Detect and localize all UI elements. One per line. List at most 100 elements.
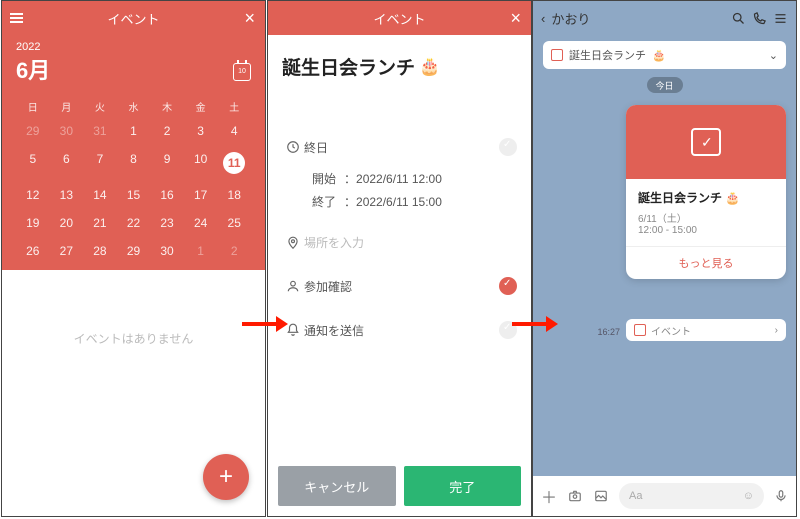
- dow-cell: 土: [217, 99, 251, 114]
- search-icon[interactable]: [731, 11, 746, 26]
- calendar-day[interactable]: 25: [217, 216, 251, 230]
- calendar-day[interactable]: 8: [117, 152, 151, 174]
- event-card[interactable]: 誕生日会ランチ 🎂 6/11（土） 12:00 - 15:00 もっと見る: [626, 105, 786, 279]
- flow-arrow-icon: [242, 318, 288, 330]
- calendar-day[interactable]: 22: [117, 216, 151, 230]
- calendar-day[interactable]: 20: [50, 216, 84, 230]
- calendar-day[interactable]: 3: [184, 124, 218, 138]
- event-mini-card[interactable]: イベント ›: [626, 319, 786, 341]
- menu-icon[interactable]: [773, 11, 788, 26]
- calendar-month: 6月: [16, 53, 50, 85]
- chat-name: かおり: [551, 9, 590, 28]
- calendar-day[interactable]: 21: [83, 216, 117, 230]
- dow-cell: 日: [16, 99, 50, 114]
- clock-icon: [282, 140, 304, 154]
- cake-icon: 🎂: [725, 191, 740, 205]
- close-icon[interactable]: ×: [244, 8, 255, 29]
- calendar-day[interactable]: 10: [184, 152, 218, 174]
- calendar-year: 2022: [16, 41, 50, 53]
- allday-toggle[interactable]: [499, 138, 517, 156]
- gallery-icon[interactable]: [593, 489, 609, 503]
- dow-cell: 水: [117, 99, 151, 114]
- calendar-day[interactable]: 9: [150, 152, 184, 174]
- rsvp-row[interactable]: 参加確認: [282, 269, 517, 303]
- calendar-day[interactable]: 7: [83, 152, 117, 174]
- calendar-header: イベント ×: [2, 1, 265, 35]
- close-icon[interactable]: ×: [510, 8, 521, 29]
- empty-state-text: イベントはありません: [2, 330, 265, 347]
- calendar-day[interactable]: 2: [217, 244, 251, 258]
- calendar-day[interactable]: 30: [50, 124, 84, 138]
- calendar-day[interactable]: 28: [83, 244, 117, 258]
- header-title: イベント: [107, 9, 159, 28]
- calendar-day[interactable]: 16: [150, 188, 184, 202]
- chevron-down-icon: ⌄: [769, 49, 778, 62]
- calendar-day[interactable]: 23: [150, 216, 184, 230]
- calendar-day[interactable]: 31: [83, 124, 117, 138]
- calendar-icon: [634, 324, 646, 336]
- location-row[interactable]: 場所を入力: [282, 226, 517, 259]
- calendar-month-panel: 2022 6月 10 日月火水木金土 293031123456789101112…: [2, 35, 265, 270]
- calendar-day[interactable]: 18: [217, 188, 251, 202]
- mic-icon[interactable]: [774, 488, 788, 504]
- calendar-day[interactable]: 11: [217, 152, 251, 174]
- today-icon[interactable]: 10: [233, 63, 251, 81]
- calendar-day[interactable]: 27: [50, 244, 84, 258]
- chat-input-bar: ＋ Aa ☺: [533, 476, 796, 516]
- done-button[interactable]: 完了: [404, 466, 522, 506]
- dow-cell: 木: [150, 99, 184, 114]
- calendar-day[interactable]: 30: [150, 244, 184, 258]
- event-banner[interactable]: 誕生日会ランチ 🎂 ⌄: [543, 41, 786, 69]
- calendar-day[interactable]: 4: [217, 124, 251, 138]
- calendar-day[interactable]: 1: [184, 244, 218, 258]
- calendar-day[interactable]: 15: [117, 188, 151, 202]
- calendar-day[interactable]: 29: [117, 244, 151, 258]
- message-input[interactable]: Aa ☺: [619, 483, 764, 509]
- person-icon: [282, 279, 304, 293]
- dow-cell: 火: [83, 99, 117, 114]
- emoji-icon[interactable]: ☺: [743, 490, 754, 502]
- calendar-day[interactable]: 14: [83, 188, 117, 202]
- day-chip: 今日: [647, 77, 683, 93]
- notify-row[interactable]: 通知を送信: [282, 313, 517, 347]
- plus-icon[interactable]: ＋: [541, 484, 557, 508]
- calendar-grid: 2930311234567891011121314151617181920212…: [16, 124, 251, 258]
- camera-icon[interactable]: [567, 489, 583, 503]
- calendar-day[interactable]: 12: [16, 188, 50, 202]
- call-icon[interactable]: [752, 11, 767, 26]
- add-event-fab[interactable]: +: [203, 454, 249, 500]
- chat-header: ‹ かおり: [533, 1, 796, 35]
- calendar-day[interactable]: 17: [184, 188, 218, 202]
- event-card-header: [626, 105, 786, 179]
- calendar-day[interactable]: 13: [50, 188, 84, 202]
- event-card-date: 6/11（土）: [638, 210, 774, 225]
- start-time-row[interactable]: 開始：2022/6/11 12:00: [282, 170, 517, 187]
- cake-icon: 🎂: [652, 49, 666, 62]
- event-title[interactable]: 誕生日会ランチ 🎂: [282, 53, 517, 80]
- header-title: イベント: [373, 9, 425, 28]
- cake-icon: 🎂: [419, 57, 440, 77]
- calendar-check-icon: [691, 128, 721, 156]
- allday-row[interactable]: 終日: [282, 130, 517, 164]
- end-time-row[interactable]: 終了：2022/6/11 15:00: [282, 193, 517, 210]
- cancel-button[interactable]: キャンセル: [278, 466, 396, 506]
- rsvp-toggle[interactable]: [499, 277, 517, 295]
- event-header: イベント ×: [268, 1, 531, 35]
- calendar-day[interactable]: 5: [16, 152, 50, 174]
- back-icon[interactable]: ‹: [541, 11, 545, 26]
- calendar-day[interactable]: 26: [16, 244, 50, 258]
- calendar-day[interactable]: 29: [16, 124, 50, 138]
- calendar-day[interactable]: 19: [16, 216, 50, 230]
- calendar-dow-row: 日月火水木金土: [16, 99, 251, 114]
- message-timestamp: 16:27: [597, 327, 620, 337]
- calendar-day[interactable]: 1: [117, 124, 151, 138]
- menu-icon[interactable]: [10, 13, 23, 23]
- event-card-time: 12:00 - 15:00: [638, 225, 774, 236]
- chevron-right-icon: ›: [775, 325, 778, 336]
- event-card-title: 誕生日会ランチ 🎂: [638, 189, 774, 206]
- pin-icon: [282, 235, 304, 251]
- calendar-day[interactable]: 24: [184, 216, 218, 230]
- calendar-day[interactable]: 6: [50, 152, 84, 174]
- see-more-button[interactable]: もっと見る: [626, 246, 786, 279]
- calendar-day[interactable]: 2: [150, 124, 184, 138]
